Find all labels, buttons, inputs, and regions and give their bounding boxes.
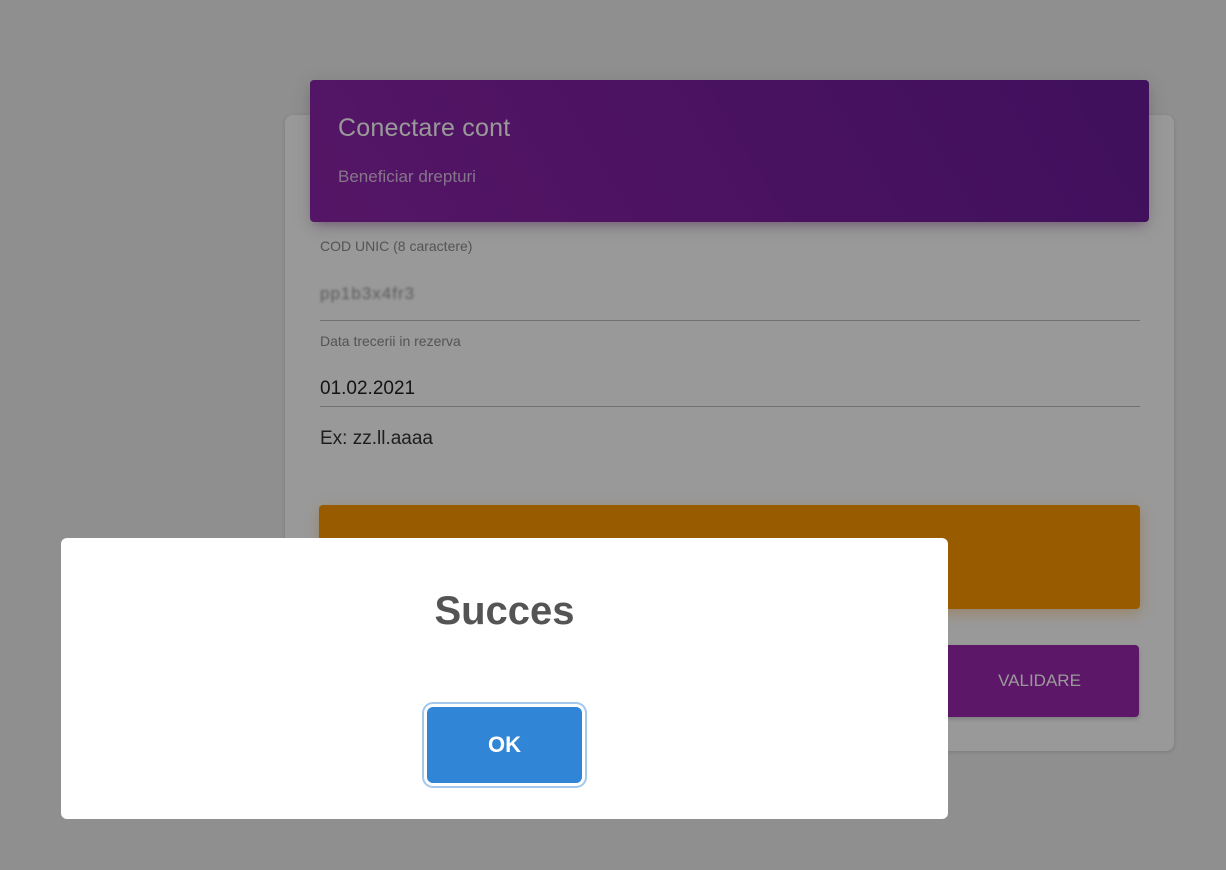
success-dialog: Succes OK — [61, 538, 948, 819]
dialog-title: Succes — [434, 589, 575, 633]
ok-button[interactable]: OK — [427, 707, 582, 783]
